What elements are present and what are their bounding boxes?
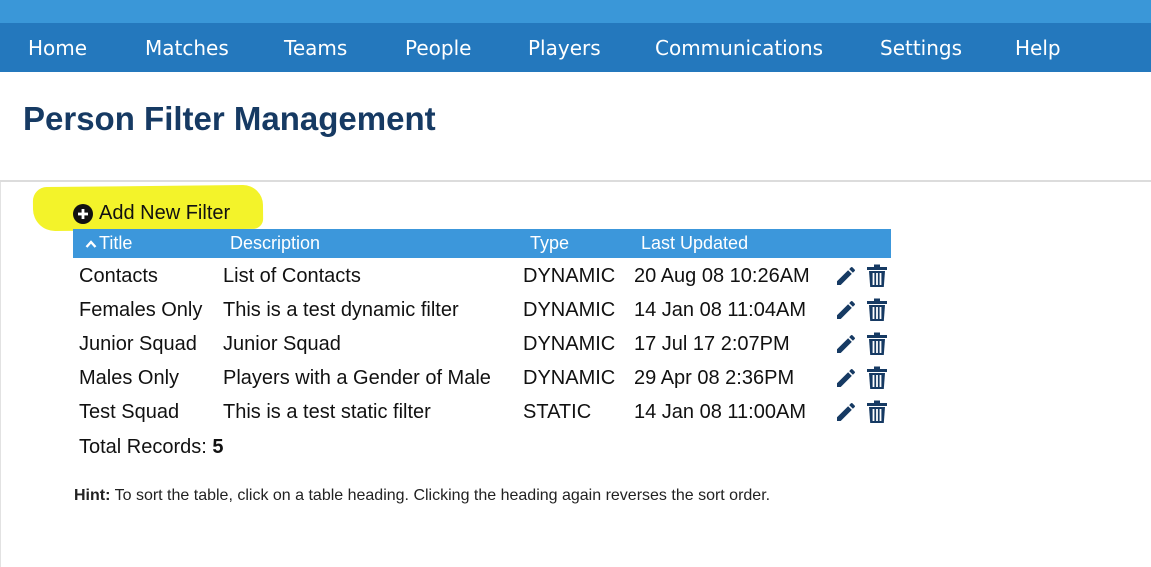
total-records: Total Records: 5 [79,436,224,459]
table-row: Females Only This is a test dynamic filte… [73,293,891,327]
edit-pencil-icon[interactable] [834,298,858,327]
edit-pencil-icon[interactable] [834,332,858,361]
edit-pencil-icon[interactable] [834,366,858,395]
delete-trash-icon[interactable] [866,400,888,429]
nav-teams[interactable]: Teams [284,36,347,60]
nav-communications[interactable]: Communications [655,36,823,60]
plus-circle-icon [73,203,93,224]
cell-type: DYNAMIC [523,265,616,287]
cell-last-updated: 14 Jan 08 11:04AM [634,299,806,321]
nav-matches[interactable]: Matches [145,36,229,60]
cell-title: Test Squad [79,401,180,423]
table-row: Junior Squad Junior Squad DYNAMIC 17 Jul 17… [73,327,891,361]
cell-type: DYNAMIC [523,299,616,321]
content-border [0,182,1,567]
column-header-last-updated[interactable]: Last Updated [641,233,748,254]
cell-type: DYNAMIC [523,367,616,389]
delete-trash-icon[interactable] [866,332,888,361]
sort-ascending-icon [85,240,97,249]
cell-title: Males Only [79,367,180,389]
main-nav: Home Matches Teams People Players Commun… [0,23,1151,72]
total-records-label: Total Records: [79,436,207,458]
hint-body: To sort the table, click on a table head… [114,487,771,504]
cell-last-updated: 14 Jan 08 11:00AM [634,401,806,423]
cell-title: Junior Squad [79,333,197,355]
table-row: Contacts List of Contacts DYNAMIC 20 Aug 08… [73,259,891,293]
delete-trash-icon[interactable] [866,298,888,327]
add-new-filter-button[interactable]: Add New Filter [73,202,230,225]
delete-trash-icon[interactable] [866,264,888,293]
column-header-title[interactable]: Title [85,233,132,254]
cell-last-updated: 17 Jul 17 2:07PM [634,333,790,355]
nav-home[interactable]: Home [28,36,87,60]
nav-people[interactable]: People [405,36,471,60]
page-title: Person Filter Management [23,100,436,137]
hint-text: Hint: To sort the table, click on a tabl… [74,487,770,505]
edit-pencil-icon[interactable] [834,264,858,293]
column-header-description[interactable]: Description [230,233,320,254]
divider [0,180,1151,182]
nav-settings[interactable]: Settings [880,36,962,60]
cell-type: STATIC [523,401,592,423]
top-strip [0,0,1151,23]
total-records-count: 5 [212,436,224,458]
add-new-filter-label: Add New Filter [99,202,231,224]
cell-last-updated: 29 Apr 08 2:36PM [634,367,795,389]
table-header: Title Description Type Last Updated [73,229,891,258]
cell-type: DYNAMIC [523,333,616,355]
cell-description: This is a test dynamic filter [223,299,459,321]
nav-players[interactable]: Players [528,36,601,60]
cell-description: Junior Squad [223,333,341,355]
edit-pencil-icon[interactable] [834,400,858,429]
cell-last-updated: 20 Aug 08 10:26AM [634,265,810,287]
table-row: Test Squad This is a test static filter ST… [73,395,891,429]
hint-label: Hint: [74,487,111,504]
cell-description: Players with a Gender of Male [223,367,491,389]
cell-description: This is a test static filter [223,401,431,423]
cell-title: Contacts [79,265,158,287]
column-header-type[interactable]: Type [530,233,569,254]
delete-trash-icon[interactable] [866,366,888,395]
cell-title: Females Only [79,299,203,321]
table-row: Males Only Players with a Gender of Male D… [73,361,891,395]
nav-help[interactable]: Help [1015,36,1061,60]
cell-description: List of Contacts [223,265,361,287]
